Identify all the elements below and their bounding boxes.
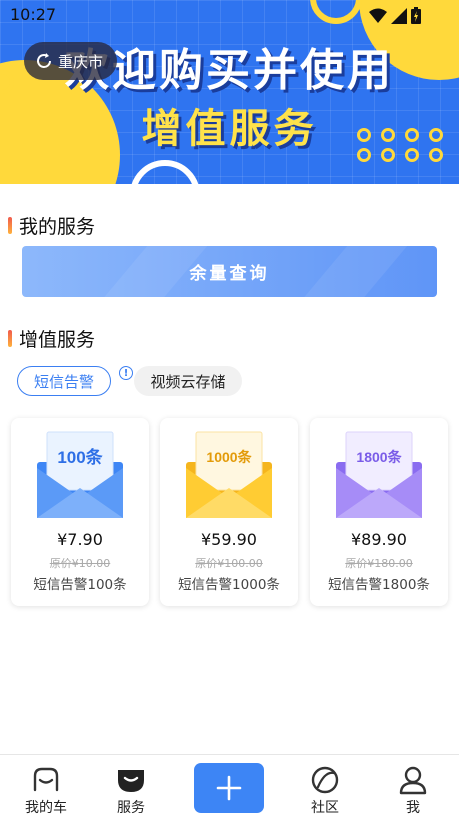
envelope-icon: 1800条 [336,431,422,518]
product-name: 短信告警1000条 [178,577,280,593]
wifi-icon [369,8,387,23]
nav-item-community[interactable]: 社区 [279,755,371,816]
status-bar: 10:27 [0,0,459,30]
screen: 欢迎购买并使用 增值服务 10:27 重庆市 我的服务 余量查询 增值服务 短信… [0,0,459,816]
product-original-price: 原价¥100.00 [195,557,263,570]
tab-sms-alert[interactable]: 短信告警 [17,366,111,396]
bottom-nav: 我的车 服务 社区 我 [0,754,459,816]
city-label: 重庆市 [58,52,104,71]
banner-subheadline: 增值服务 [141,106,318,152]
product-badge: 1800条 [356,449,402,465]
product-original-price: 原价¥10.00 [49,557,111,570]
nav-item-service[interactable]: 服务 [85,755,177,816]
battery-icon [411,7,421,24]
nav-label: 服务 [117,800,145,816]
service-icon [118,770,144,792]
product-badge: 1000条 [206,449,252,465]
nav-item-my-car[interactable]: 我的车 [0,755,92,816]
product-price: ¥89.90 [351,530,407,549]
status-icons [369,7,421,24]
envelope-icon: 1000条 [186,431,272,518]
balance-query-button[interactable]: 余量查询 [22,246,437,297]
tab-video-cloud-storage[interactable]: 视频云存储 [134,366,242,396]
button-decor-stripe [280,246,424,297]
community-icon [311,766,339,794]
car-icon [33,767,59,792]
value-added-title: 增值服务 [19,329,96,351]
status-time: 10:27 [10,5,57,24]
nav-item-me[interactable]: 我 [367,755,459,816]
user-icon [399,766,427,795]
balance-query-label: 余量查询 [189,264,270,284]
product-price: ¥59.90 [201,530,257,549]
product-price: ¥7.90 [57,530,103,549]
product-badge: 100条 [57,447,103,467]
envelope-icon: 100条 [37,431,123,518]
signal-icon [391,7,407,24]
value-added-heading: 增值服务 [8,325,95,352]
nav-label: 我 [406,800,420,816]
product-name: 短信告警100条 [33,577,127,593]
my-services-heading: 我的服务 [8,212,95,239]
section-accent-bar [8,330,12,347]
my-services-title: 我的服务 [19,216,96,238]
product-card[interactable]: 1800条 ¥89.90 原价¥180.00 短信告警1800条 [310,418,448,606]
product-card[interactable]: 100条 ¥7.90 原价¥10.00 短信告警100条 [11,418,149,606]
product-original-price: 原价¥180.00 [345,557,413,570]
add-button[interactable] [194,763,264,813]
refresh-icon [37,53,51,68]
section-accent-bar [8,217,12,234]
info-icon[interactable]: ! [119,366,133,380]
product-name: 短信告警1800条 [328,577,430,593]
plus-icon [216,775,242,801]
nav-label: 我的车 [25,800,67,816]
product-card[interactable]: 1000条 ¥59.90 原价¥100.00 短信告警1000条 [160,418,298,606]
city-selector[interactable]: 重庆市 [24,42,118,80]
nav-label: 社区 [311,800,339,816]
